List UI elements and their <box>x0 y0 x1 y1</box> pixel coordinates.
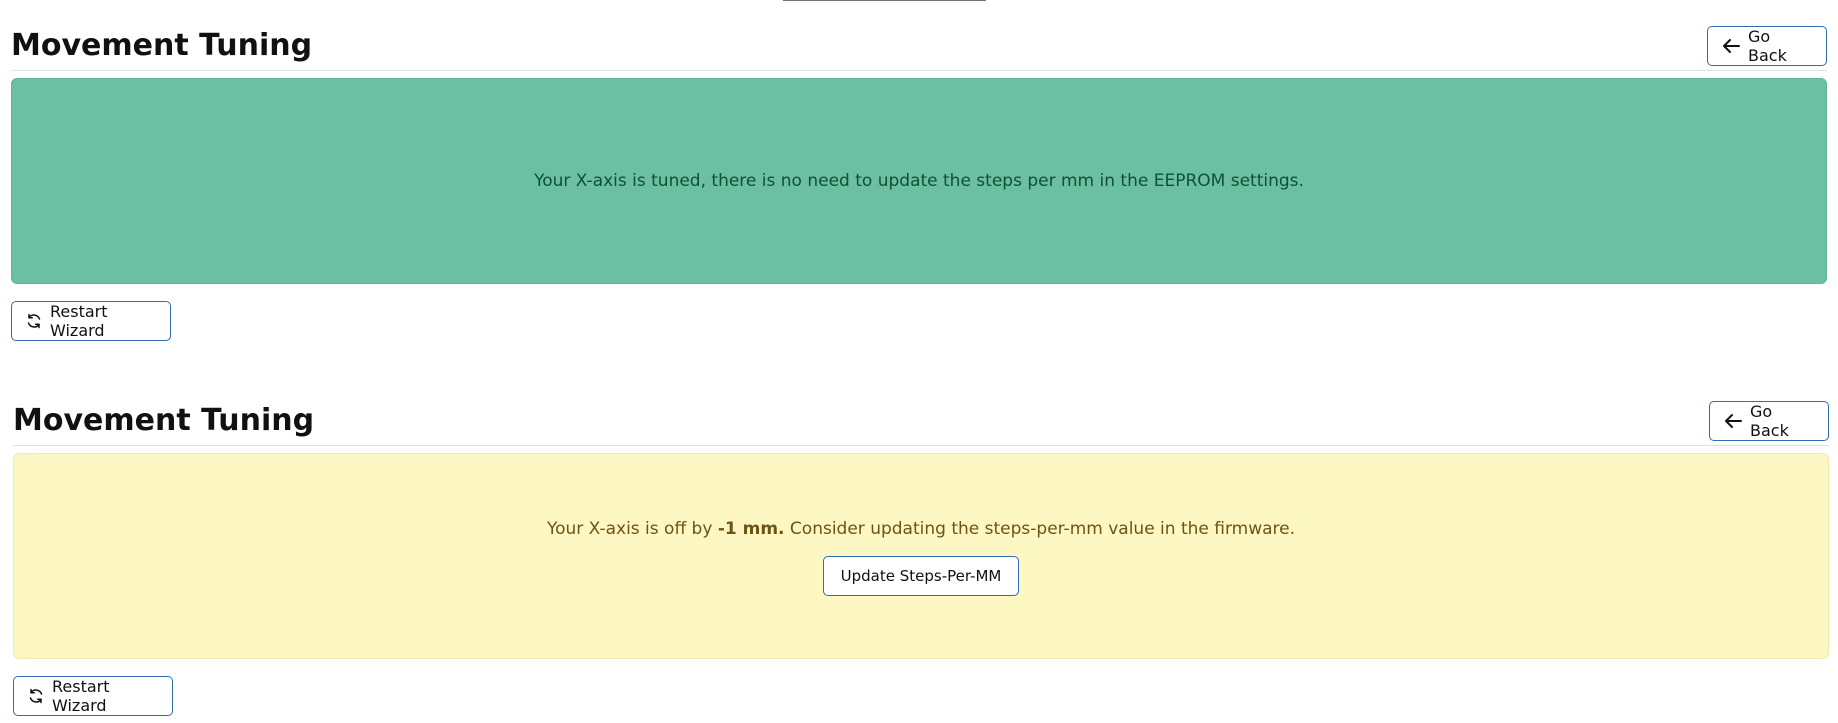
arrow-left-icon <box>1724 413 1742 429</box>
refresh-icon <box>28 688 44 704</box>
restart-wizard-label: Restart Wizard <box>50 302 108 340</box>
offset-warning-alert: Your X-axis is off by -1 mm. Consider up… <box>13 453 1829 659</box>
warning-text-after: Consider updating the steps-per-mm value… <box>784 518 1296 539</box>
movement-tuning-panel-warning: Movement Tuning Go Back Your X-axis is o… <box>13 385 1829 720</box>
go-back-button[interactable]: Go Back <box>1707 26 1827 66</box>
refresh-icon <box>26 313 42 329</box>
warning-text-before: Your X-axis is off by <box>546 518 718 539</box>
offset-value: -1 mm. <box>717 518 785 539</box>
restart-wizard-button[interactable]: Restart Wizard <box>11 301 171 341</box>
go-back-label: Go Back <box>1748 27 1787 65</box>
warning-message: Your X-axis is off by -1 mm. Consider up… <box>547 517 1295 541</box>
movement-tuning-panel-success: Movement Tuning Go Back Your X-axis is t… <box>11 10 1827 350</box>
success-message: Your X-axis is tuned, there is no need t… <box>534 171 1304 191</box>
arrow-left-icon <box>1722 38 1740 54</box>
page-title: Movement Tuning <box>11 28 313 63</box>
update-steps-per-mm-button[interactable]: Update Steps-Per-MM <box>823 555 1019 596</box>
panel-header: Movement Tuning Go Back <box>11 10 1827 71</box>
page-title: Movement Tuning <box>13 403 315 438</box>
panel-header: Movement Tuning Go Back <box>13 385 1829 446</box>
go-back-button[interactable]: Go Back <box>1709 401 1829 441</box>
tuned-success-alert: Your X-axis is tuned, there is no need t… <box>11 78 1827 284</box>
restart-wizard-label: Restart Wizard <box>52 677 110 715</box>
go-back-label: Go Back <box>1750 402 1789 440</box>
restart-wizard-button[interactable]: Restart Wizard <box>13 676 173 716</box>
top-divider <box>783 0 986 1</box>
